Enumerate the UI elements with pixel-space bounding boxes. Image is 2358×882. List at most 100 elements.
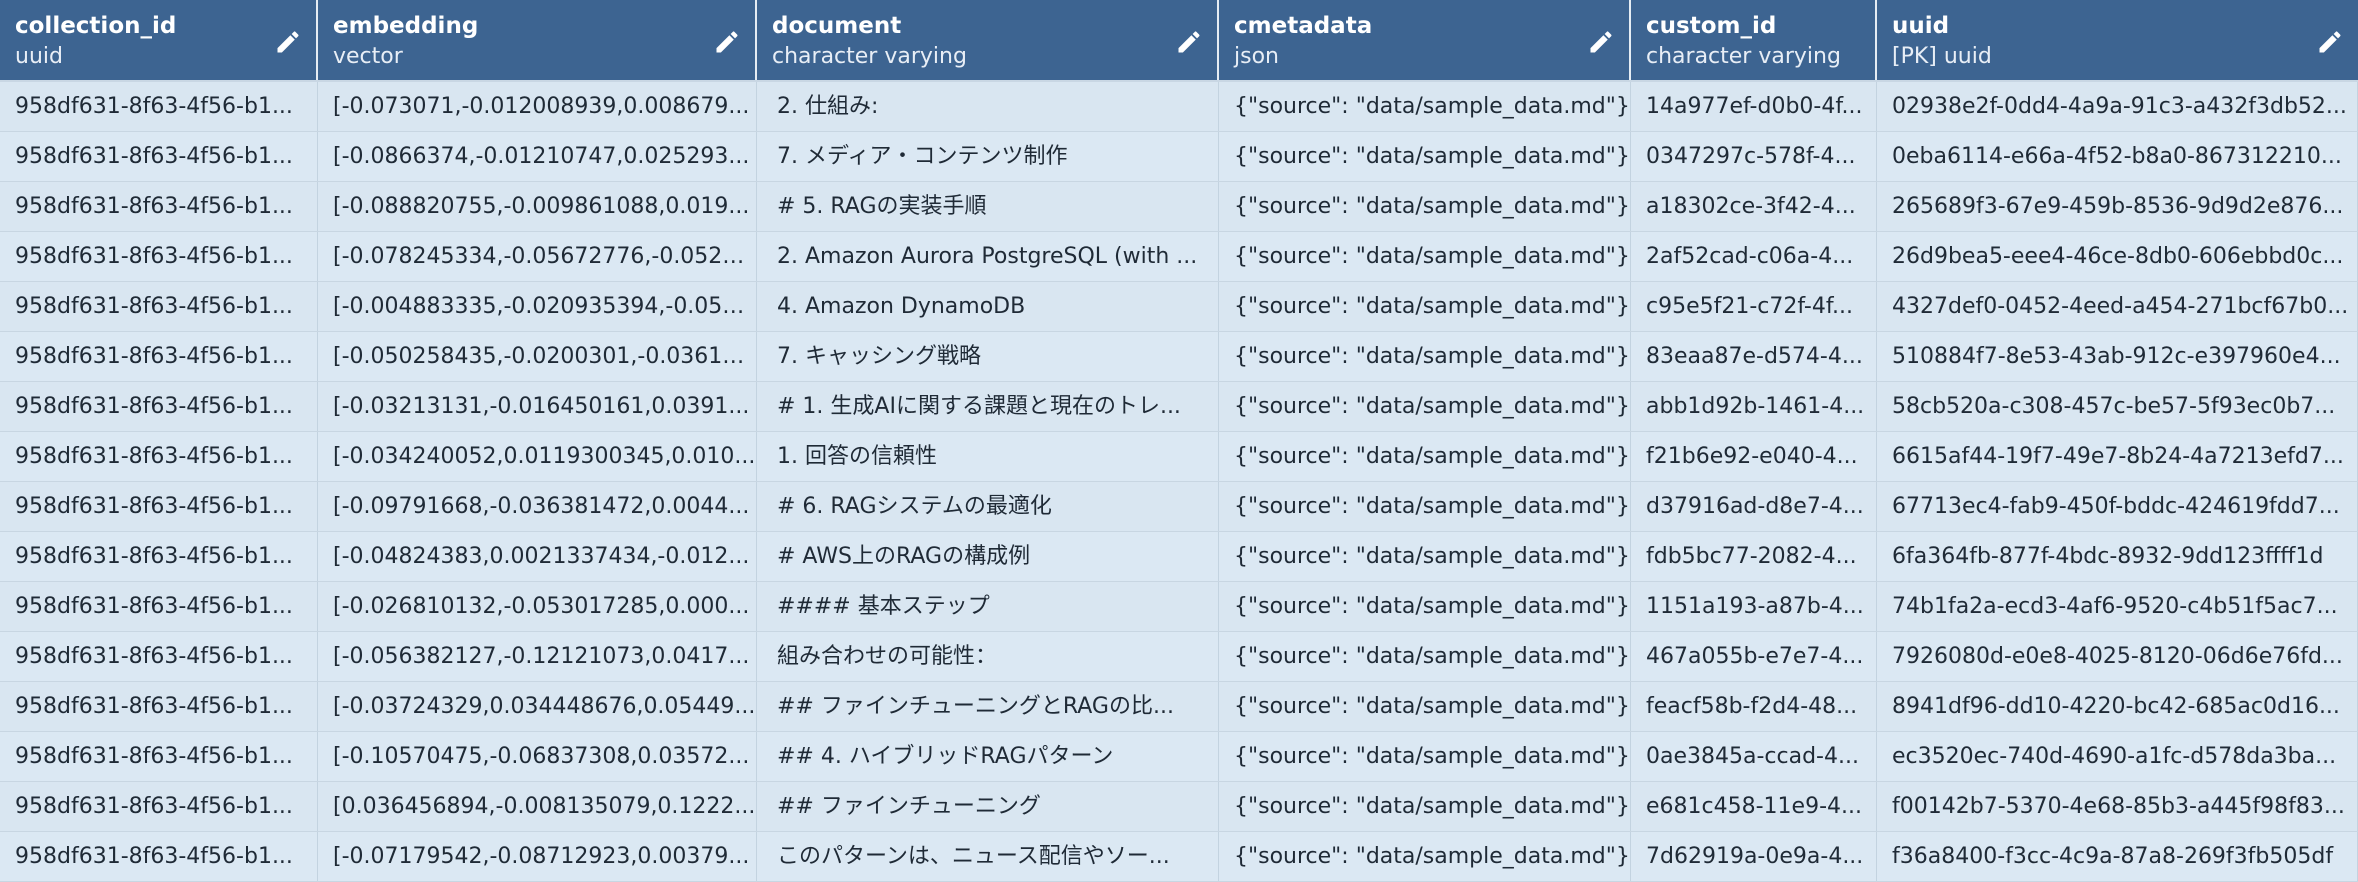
table-row[interactable]: 958df631-8f63-4f56-b1... [-0.10570475,-0.… <box>0 732 2358 782</box>
custom-id-cell[interactable]: 1151a193-a87b-4... <box>1631 582 1877 631</box>
cmetadata-cell[interactable]: {"source": "data/sample_data.md"} <box>1219 732 1631 781</box>
cmetadata-cell[interactable]: {"source": "data/sample_data.md"} <box>1219 382 1631 431</box>
uuid-cell[interactable]: 6615af44-19f7-49e7-8b24-4a7213efd7... <box>1877 432 2358 481</box>
table-row[interactable]: 958df631-8f63-4f56-b1... [-0.050258435,-0… <box>0 332 2358 382</box>
embedding-cell[interactable]: [-0.004883335,-0.020935394,-0.057... <box>318 282 757 331</box>
custom-id-cell[interactable]: 7d62919a-0e9a-4... <box>1631 832 1877 881</box>
cmetadata-cell[interactable]: {"source": "data/sample_data.md"} <box>1219 682 1631 731</box>
document-cell[interactable]: 2. 仕組み: <box>757 82 1219 131</box>
document-cell[interactable]: 1. 回答の信頼性 <box>757 432 1219 481</box>
cmetadata-cell[interactable]: {"source": "data/sample_data.md"} <box>1219 82 1631 131</box>
uuid-cell[interactable]: f36a8400-f3cc-4c9a-87a8-269f3fb505df <box>1877 832 2358 881</box>
uuid-cell[interactable]: 02938e2f-0dd4-4a9a-91c3-a432f3db52... <box>1877 82 2358 131</box>
document-cell[interactable]: 7. メディア・コンテンツ制作 <box>757 132 1219 181</box>
document-cell[interactable]: # 1. 生成AIに関する課題と現在のトレ... <box>757 382 1219 431</box>
document-cell[interactable]: ## ファインチューニング <box>757 782 1219 831</box>
custom-id-cell[interactable]: c95e5f21-c72f-4f... <box>1631 282 1877 331</box>
cmetadata-cell[interactable]: {"source": "data/sample_data.md"} <box>1219 582 1631 631</box>
embedding-cell[interactable]: [-0.03724329,0.034448676,0.05449... <box>318 682 757 731</box>
uuid-cell[interactable]: f00142b7-5370-4e68-85b3-a445f98f83... <box>1877 782 2358 831</box>
collection-id-cell[interactable]: 958df631-8f63-4f56-b1... <box>0 182 318 231</box>
document-cell[interactable]: 7. キャッシング戦略 <box>757 332 1219 381</box>
embedding-cell[interactable]: [-0.034240052,0.0119300345,0.010... <box>318 432 757 481</box>
table-row[interactable]: 958df631-8f63-4f56-b1... [-0.0866374,-0.0… <box>0 132 2358 182</box>
collection-id-cell[interactable]: 958df631-8f63-4f56-b1... <box>0 132 318 181</box>
table-row[interactable]: 958df631-8f63-4f56-b1... [-0.056382127,-0… <box>0 632 2358 682</box>
embedding-cell[interactable]: [-0.10570475,-0.06837308,0.03572... <box>318 732 757 781</box>
embedding-cell[interactable]: [-0.078245334,-0.05672776,-0.0523... <box>318 232 757 281</box>
table-row[interactable]: 958df631-8f63-4f56-b1... [-0.09791668,-0.… <box>0 482 2358 532</box>
document-cell[interactable]: # AWS上のRAGの構成例 <box>757 532 1219 581</box>
custom-id-cell[interactable]: a18302ce-3f42-4... <box>1631 182 1877 231</box>
custom-id-cell[interactable]: d37916ad-d8e7-4... <box>1631 482 1877 531</box>
collection-id-cell[interactable]: 958df631-8f63-4f56-b1... <box>0 782 318 831</box>
embedding-cell[interactable]: [-0.04824383,0.0021337434,-0.012... <box>318 532 757 581</box>
uuid-cell[interactable]: 26d9bea5-eee4-46ce-8db0-606ebbd0c... <box>1877 232 2358 281</box>
cmetadata-cell[interactable]: {"source": "data/sample_data.md"} <box>1219 332 1631 381</box>
embedding-cell[interactable]: [-0.07179542,-0.08712923,0.00379... <box>318 832 757 881</box>
embedding-cell[interactable]: [-0.050258435,-0.0200301,-0.03610... <box>318 332 757 381</box>
table-row[interactable]: 958df631-8f63-4f56-b1... [-0.07179542,-0.… <box>0 832 2358 882</box>
embedding-cell[interactable]: [-0.0866374,-0.01210747,0.025293... <box>318 132 757 181</box>
embedding-cell[interactable]: [0.036456894,-0.008135079,0.1222... <box>318 782 757 831</box>
custom-id-cell[interactable]: abb1d92b-1461-4... <box>1631 382 1877 431</box>
embedding-cell[interactable]: [-0.09791668,-0.036381472,0.0044... <box>318 482 757 531</box>
column-header-collection-id[interactable]: collection_id uuid <box>0 0 318 80</box>
uuid-cell[interactable]: 6fa364fb-877f-4bdc-8932-9dd123ffff1d <box>1877 532 2358 581</box>
custom-id-cell[interactable]: 83eaa87e-d574-4... <box>1631 332 1877 381</box>
collection-id-cell[interactable]: 958df631-8f63-4f56-b1... <box>0 382 318 431</box>
custom-id-cell[interactable]: fdb5bc77-2082-4... <box>1631 532 1877 581</box>
table-row[interactable]: 958df631-8f63-4f56-b1... [-0.088820755,-0… <box>0 182 2358 232</box>
document-cell[interactable]: ## 4. ハイブリッドRAGパターン <box>757 732 1219 781</box>
custom-id-cell[interactable]: feacf58b-f2d4-48... <box>1631 682 1877 731</box>
uuid-cell[interactable]: 58cb520a-c308-457c-be57-5f93ec0b7... <box>1877 382 2358 431</box>
collection-id-cell[interactable]: 958df631-8f63-4f56-b1... <box>0 732 318 781</box>
uuid-cell[interactable]: 67713ec4-fab9-450f-bddc-424619fdd7... <box>1877 482 2358 531</box>
collection-id-cell[interactable]: 958df631-8f63-4f56-b1... <box>0 582 318 631</box>
table-row[interactable]: 958df631-8f63-4f56-b1... [-0.026810132,-0… <box>0 582 2358 632</box>
cmetadata-cell[interactable]: {"source": "data/sample_data.md"} <box>1219 532 1631 581</box>
column-header-cmetadata[interactable]: cmetadata json <box>1219 0 1631 80</box>
table-row[interactable]: 958df631-8f63-4f56-b1... [-0.04824383,0.0… <box>0 532 2358 582</box>
pencil-icon[interactable] <box>274 28 302 56</box>
uuid-cell[interactable]: 8941df96-dd10-4220-bc42-685ac0d16... <box>1877 682 2358 731</box>
collection-id-cell[interactable]: 958df631-8f63-4f56-b1... <box>0 632 318 681</box>
embedding-cell[interactable]: [-0.03213131,-0.016450161,0.0391... <box>318 382 757 431</box>
collection-id-cell[interactable]: 958df631-8f63-4f56-b1... <box>0 482 318 531</box>
document-cell[interactable]: 2. Amazon Aurora PostgreSQL (with ... <box>757 232 1219 281</box>
column-header-uuid[interactable]: uuid [PK] uuid <box>1877 0 2358 80</box>
document-cell[interactable]: # 5. RAGの実装手順 <box>757 182 1219 231</box>
embedding-cell[interactable]: [-0.026810132,-0.053017285,0.000... <box>318 582 757 631</box>
document-cell[interactable]: # 6. RAGシステムの最適化 <box>757 482 1219 531</box>
custom-id-cell[interactable]: 467a055b-e7e7-4... <box>1631 632 1877 681</box>
custom-id-cell[interactable]: 0347297c-578f-4... <box>1631 132 1877 181</box>
document-cell[interactable]: 組み合わせの可能性： <box>757 632 1219 681</box>
cmetadata-cell[interactable]: {"source": "data/sample_data.md"} <box>1219 232 1631 281</box>
custom-id-cell[interactable]: 2af52cad-c06a-4... <box>1631 232 1877 281</box>
document-cell[interactable]: 4. Amazon DynamoDB <box>757 282 1219 331</box>
cmetadata-cell[interactable]: {"source": "data/sample_data.md"} <box>1219 782 1631 831</box>
collection-id-cell[interactable]: 958df631-8f63-4f56-b1... <box>0 232 318 281</box>
embedding-cell[interactable]: [-0.073071,-0.012008939,0.008679... <box>318 82 757 131</box>
column-header-document[interactable]: document character varying <box>757 0 1219 80</box>
cmetadata-cell[interactable]: {"source": "data/sample_data.md"} <box>1219 432 1631 481</box>
uuid-cell[interactable]: 7926080d-e0e8-4025-8120-06d6e76fd... <box>1877 632 2358 681</box>
table-row[interactable]: 958df631-8f63-4f56-b1... [-0.004883335,-0… <box>0 282 2358 332</box>
custom-id-cell[interactable]: e681c458-11e9-4... <box>1631 782 1877 831</box>
custom-id-cell[interactable]: 14a977ef-d0b0-4f... <box>1631 82 1877 131</box>
collection-id-cell[interactable]: 958df631-8f63-4f56-b1... <box>0 82 318 131</box>
embedding-cell[interactable]: [-0.088820755,-0.009861088,0.019... <box>318 182 757 231</box>
table-row[interactable]: 958df631-8f63-4f56-b1... [-0.03213131,-0.… <box>0 382 2358 432</box>
table-row[interactable]: 958df631-8f63-4f56-b1... [-0.073071,-0.01… <box>0 82 2358 132</box>
collection-id-cell[interactable]: 958df631-8f63-4f56-b1... <box>0 282 318 331</box>
uuid-cell[interactable]: 265689f3-67e9-459b-8536-9d9d2e876... <box>1877 182 2358 231</box>
document-cell[interactable]: このパターンは、ニュース配信やソー... <box>757 832 1219 881</box>
table-row[interactable]: 958df631-8f63-4f56-b1... [-0.03724329,0.0… <box>0 682 2358 732</box>
uuid-cell[interactable]: 510884f7-8e53-43ab-912c-e397960e4... <box>1877 332 2358 381</box>
cmetadata-cell[interactable]: {"source": "data/sample_data.md"} <box>1219 832 1631 881</box>
collection-id-cell[interactable]: 958df631-8f63-4f56-b1... <box>0 532 318 581</box>
pencil-icon[interactable] <box>2316 28 2344 56</box>
column-header-embedding[interactable]: embedding vector <box>318 0 757 80</box>
column-header-custom-id[interactable]: custom_id character varying <box>1631 0 1877 80</box>
uuid-cell[interactable]: 4327def0-0452-4eed-a454-271bcf67b0... <box>1877 282 2358 331</box>
